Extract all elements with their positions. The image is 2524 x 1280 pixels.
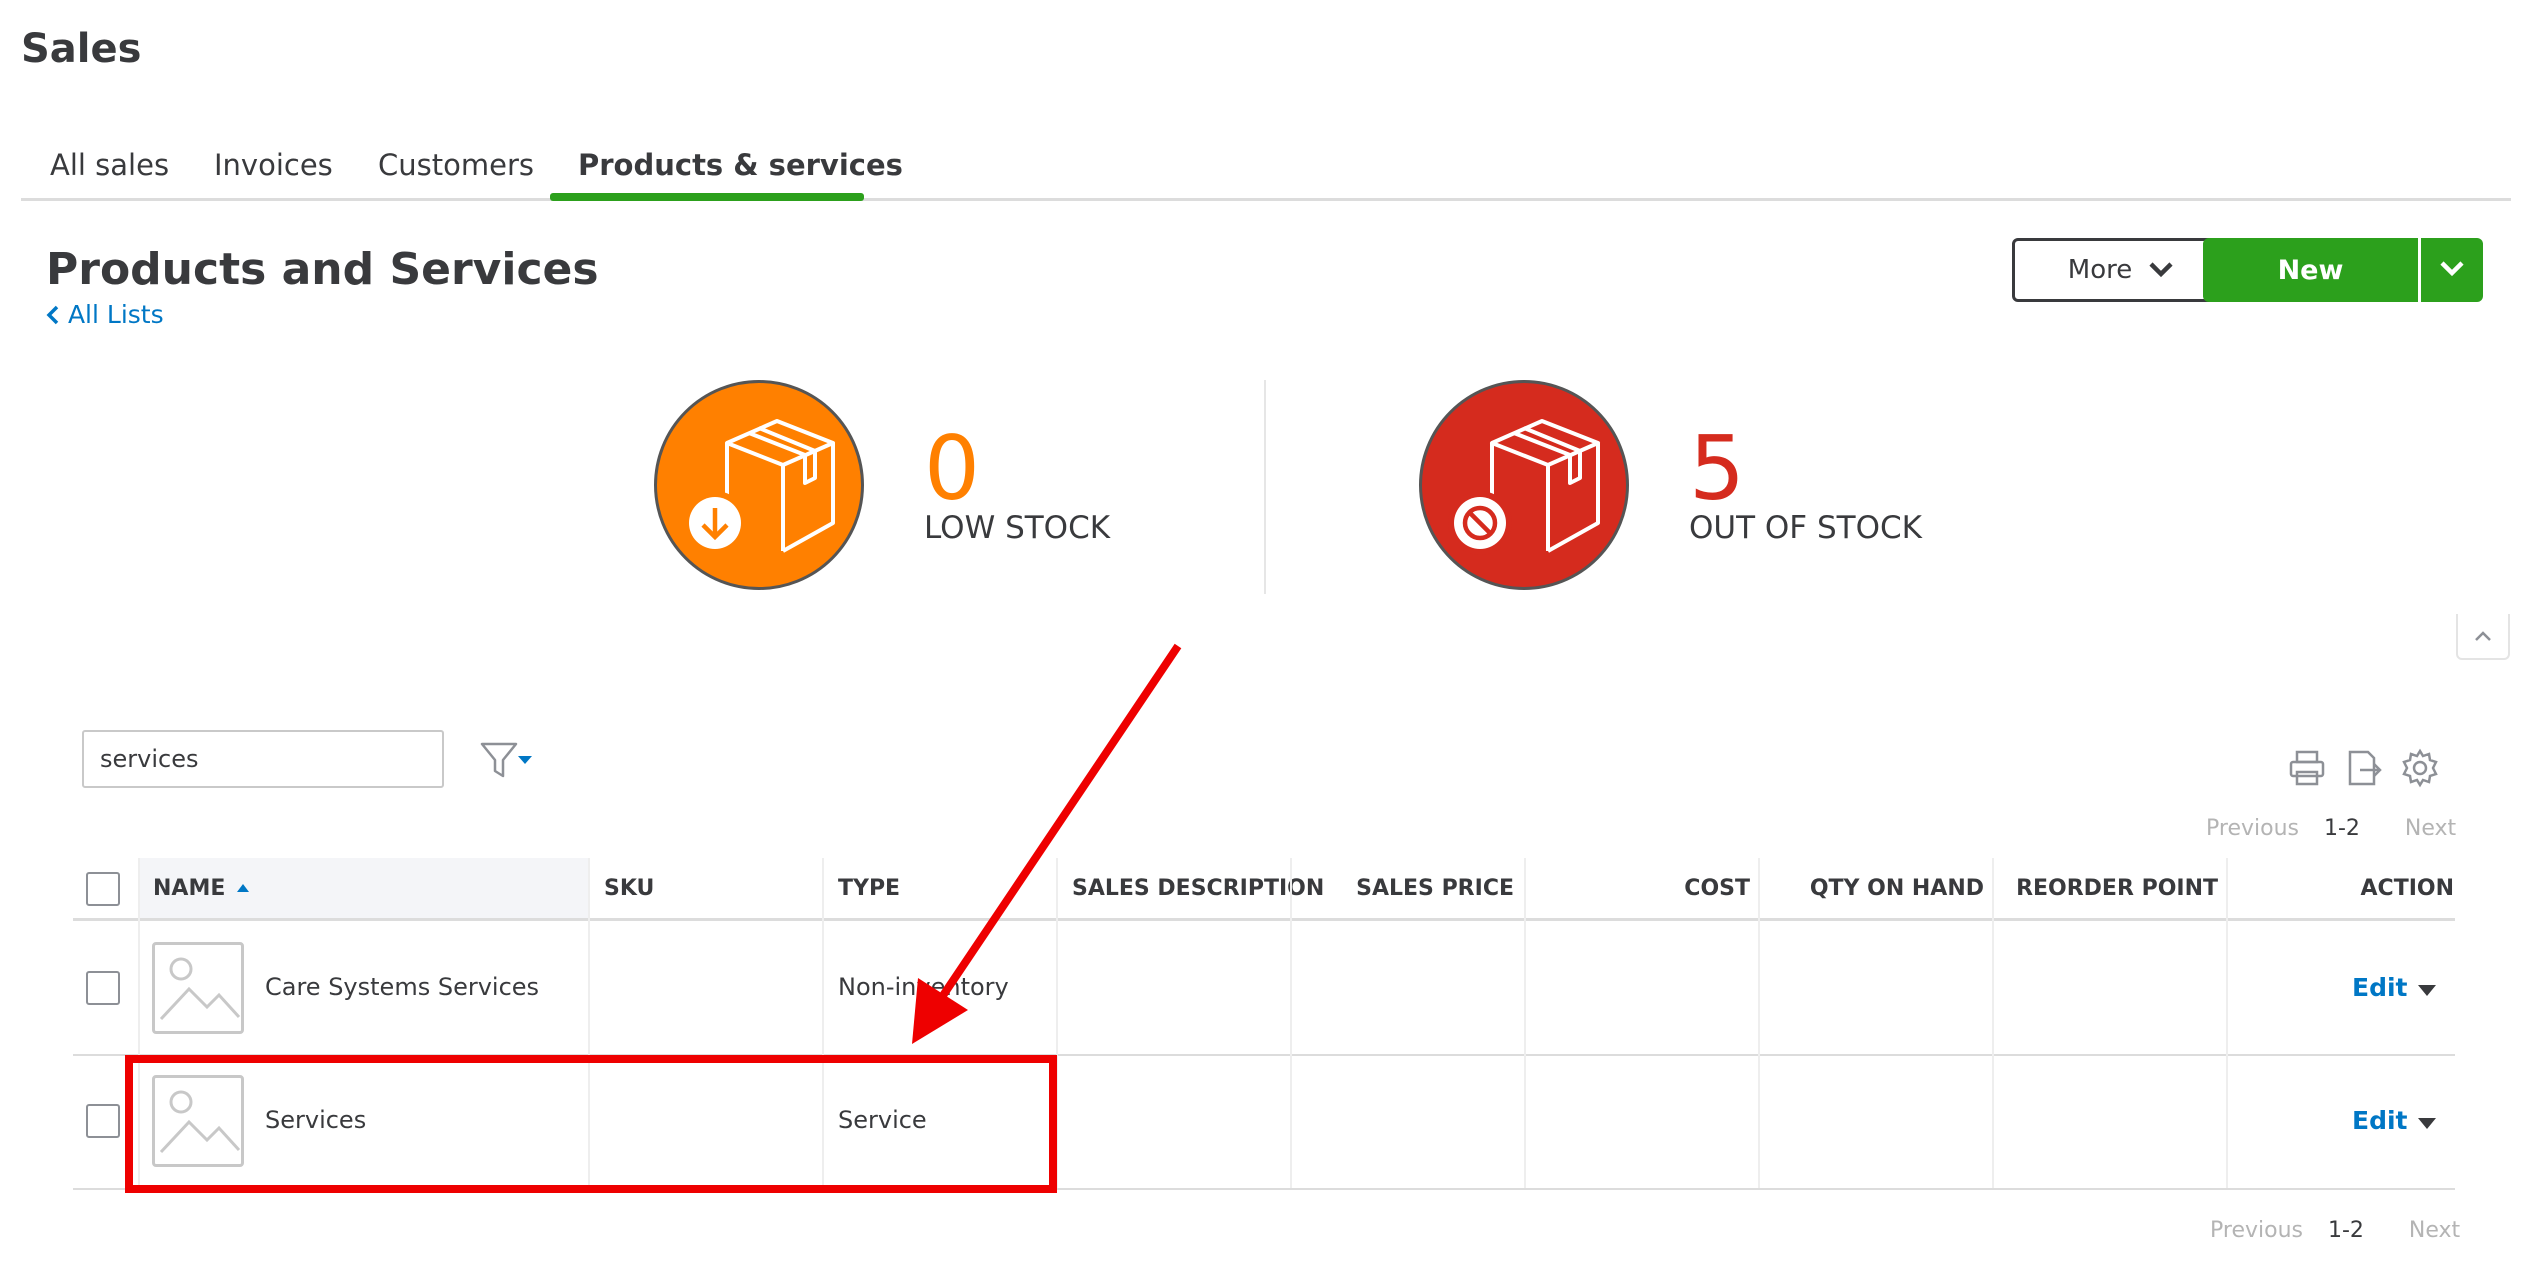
column-divider — [1290, 858, 1292, 1188]
page-title: Sales — [21, 26, 142, 72]
row-checkbox[interactable] — [86, 1104, 120, 1138]
section-title: Products and Services — [46, 244, 599, 295]
chevron-up-icon — [2474, 627, 2492, 646]
gear-icon[interactable] — [2400, 748, 2440, 788]
sort-ascending-icon — [237, 884, 250, 892]
item-name: Care Systems Services — [265, 973, 540, 1001]
chevron-down-icon — [2439, 259, 2465, 281]
column-divider — [2226, 858, 2228, 1188]
chevron-left-icon — [46, 300, 68, 329]
next-page-link[interactable]: Next — [2405, 816, 2456, 841]
next-page-link[interactable]: Next — [2409, 1218, 2460, 1243]
out-of-stock-label: OUT OF STOCK — [1689, 510, 1922, 546]
low-stock-card[interactable] — [654, 380, 864, 590]
column-header-qty-on-hand[interactable]: QTY ON HAND — [1766, 858, 1984, 918]
product-image-placeholder[interactable] — [152, 942, 244, 1034]
column-header-cost[interactable]: COST — [1530, 858, 1750, 918]
column-header-name[interactable]: NAME — [153, 858, 251, 918]
tabs-divider — [21, 198, 2511, 201]
out-of-stock-count: 5 — [1689, 417, 1745, 520]
select-all-checkbox[interactable] — [86, 872, 120, 906]
column-header-name-label: NAME — [153, 875, 226, 901]
tab-products-services[interactable]: Products & services — [578, 148, 903, 182]
caret-down-icon[interactable] — [2418, 985, 2436, 996]
filter-icon — [480, 742, 532, 778]
box-download-icon — [683, 419, 835, 555]
chevron-down-icon — [2148, 255, 2174, 285]
low-stock-count: 0 — [924, 417, 980, 520]
collapse-summary-button[interactable] — [2456, 614, 2510, 660]
header-divider — [73, 918, 2455, 921]
column-header-type[interactable]: TYPE — [838, 858, 900, 918]
tab-invoices[interactable]: Invoices — [214, 148, 333, 182]
row-checkbox[interactable] — [86, 971, 120, 1005]
print-icon[interactable] — [2287, 748, 2327, 788]
active-tab-indicator — [550, 193, 864, 201]
new-dropdown-button[interactable] — [2421, 238, 2483, 302]
export-icon[interactable] — [2344, 748, 2384, 788]
column-header-sales-price[interactable]: SALES PRICE — [1290, 858, 1514, 918]
edit-link[interactable]: Edit — [2352, 1106, 2408, 1135]
tab-all-sales[interactable]: All sales — [50, 148, 169, 182]
new-button[interactable]: New — [2203, 238, 2418, 302]
filter-button[interactable] — [478, 738, 538, 782]
more-label: More — [2067, 255, 2133, 285]
tab-customers[interactable]: Customers — [378, 148, 534, 182]
more-button[interactable]: More — [2012, 238, 2230, 302]
column-header-action: ACTION — [2360, 875, 2454, 901]
all-lists-link[interactable]: All Lists — [46, 300, 164, 329]
page-range: 1-2 — [2323, 816, 2360, 841]
box-blocked-icon — [1448, 419, 1600, 555]
column-header-sales-description[interactable]: SALES DESCRIPTION — [1072, 858, 1324, 918]
column-divider — [1992, 858, 1994, 1188]
annotation-highlight-box — [125, 1055, 1057, 1193]
item-type: Non-inventory — [838, 973, 1009, 1001]
previous-page-link[interactable]: Previous — [2210, 1218, 2303, 1243]
column-divider — [1758, 858, 1760, 1188]
pagination-top: Previous 1-2 Next — [2206, 816, 2456, 841]
low-stock-label: LOW STOCK — [924, 510, 1111, 546]
image-placeholder-icon — [159, 957, 241, 1021]
previous-page-link[interactable]: Previous — [2206, 816, 2299, 841]
new-label: New — [2277, 254, 2344, 286]
out-of-stock-card[interactable] — [1419, 380, 1629, 590]
column-header-sku[interactable]: SKU — [604, 858, 654, 918]
column-header-reorder-point[interactable]: REORDER POINT — [2000, 858, 2218, 918]
all-lists-label: All Lists — [67, 300, 164, 329]
column-divider — [1524, 858, 1526, 1188]
stock-divider — [1264, 380, 1266, 594]
edit-link[interactable]: Edit — [2352, 973, 2408, 1002]
caret-down-icon[interactable] — [2418, 1118, 2436, 1129]
search-input[interactable] — [82, 730, 444, 788]
page-range: 1-2 — [2327, 1218, 2364, 1243]
pagination-bottom: Previous 1-2 Next — [2210, 1218, 2460, 1243]
